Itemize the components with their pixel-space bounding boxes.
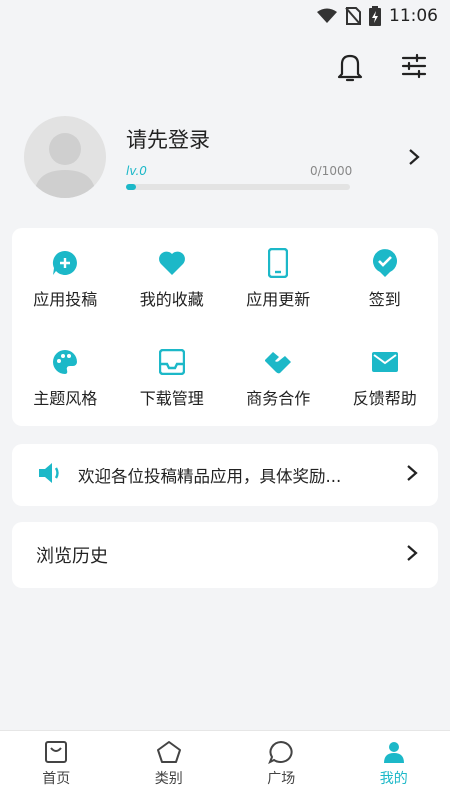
exp-counter: 0/1000 — [310, 164, 353, 178]
chevron-right-icon[interactable] — [406, 544, 418, 566]
handshake-icon — [263, 347, 293, 377]
browse-history-card[interactable]: 浏览历史 — [12, 522, 438, 588]
wifi-icon — [317, 8, 337, 23]
level-progress-fill — [126, 184, 137, 190]
grid-item-label: 我的收藏 — [139, 290, 204, 309]
grid-item-downloads[interactable]: 下载管理 — [119, 328, 226, 426]
feature-grid: 应用投稿 我的收藏 应用更新 签到 主题风格 下载管理 商务合作 反馈帮助 — [12, 228, 438, 426]
feature-grid-card: 应用投稿 我的收藏 应用更新 签到 主题风格 下载管理 商务合作 反馈帮助 — [12, 228, 438, 426]
grid-item-label: 签到 — [368, 290, 401, 309]
bottom-nav: 首页 类别 广场 我的 — [0, 730, 450, 800]
nav-label: 类别 — [154, 770, 183, 787]
chat-bubble-icon — [268, 740, 293, 764]
chat-plus-icon — [50, 248, 80, 278]
grid-item-check-in[interactable]: 签到 — [332, 228, 439, 328]
nav-item-home[interactable]: 首页 — [0, 731, 113, 800]
heart-icon — [157, 248, 187, 278]
announcement-text: 欢迎各位投稿精品应用，具体奖励... — [78, 467, 342, 486]
nav-label: 首页 — [42, 770, 71, 787]
profile-section[interactable]: 请先登录 lv.0 0/1000 — [24, 116, 426, 202]
grid-item-label: 应用更新 — [246, 290, 311, 309]
pentagon-icon — [156, 740, 181, 763]
chevron-right-icon[interactable] — [406, 464, 418, 486]
browse-history-label: 浏览历史 — [36, 546, 108, 567]
mail-icon — [370, 347, 400, 377]
chevron-right-icon[interactable] — [408, 148, 420, 170]
nav-item-categories[interactable]: 类别 — [113, 731, 226, 800]
grid-item-business[interactable]: 商务合作 — [225, 328, 332, 426]
person-icon — [383, 741, 404, 763]
grid-item-label: 下载管理 — [139, 389, 204, 408]
battery-charging-icon — [369, 6, 381, 26]
tray-icon — [157, 347, 187, 377]
palette-icon — [50, 347, 80, 377]
nav-label: 广场 — [267, 770, 296, 787]
level-label: lv.0 — [126, 164, 147, 178]
login-prompt[interactable]: 请先登录 — [126, 124, 210, 154]
grid-item-theme[interactable]: 主题风格 — [12, 328, 119, 426]
top-actions — [336, 50, 428, 82]
status-bar: 11:06 — [0, 0, 450, 32]
grid-item-label: 应用投稿 — [33, 290, 98, 309]
nav-label: 我的 — [379, 770, 408, 787]
grid-item-favorites[interactable]: 我的收藏 — [119, 228, 226, 328]
grid-item-label: 反馈帮助 — [352, 389, 417, 408]
nav-item-me[interactable]: 我的 — [338, 731, 450, 800]
nav-item-square[interactable]: 广场 — [225, 731, 338, 800]
phone-icon — [263, 248, 293, 278]
bell-icon[interactable] — [336, 50, 364, 82]
grid-item-app-updates[interactable]: 应用更新 — [225, 228, 332, 328]
level-progress-bar — [126, 184, 350, 190]
check-badge-icon — [370, 248, 400, 278]
grid-item-label: 主题风格 — [33, 389, 98, 408]
grid-item-submit-app[interactable]: 应用投稿 — [12, 228, 119, 328]
announcement-card[interactable]: 欢迎各位投稿精品应用，具体奖励... — [12, 444, 438, 506]
settings-sliders-icon[interactable] — [400, 50, 428, 82]
avatar[interactable] — [24, 116, 106, 198]
grid-item-label: 商务合作 — [246, 389, 311, 408]
grid-item-feedback[interactable]: 反馈帮助 — [332, 328, 439, 426]
no-sim-icon — [345, 7, 361, 25]
speaker-icon — [38, 461, 64, 489]
inbox-icon — [45, 740, 68, 763]
status-time: 11:06 — [389, 6, 438, 26]
